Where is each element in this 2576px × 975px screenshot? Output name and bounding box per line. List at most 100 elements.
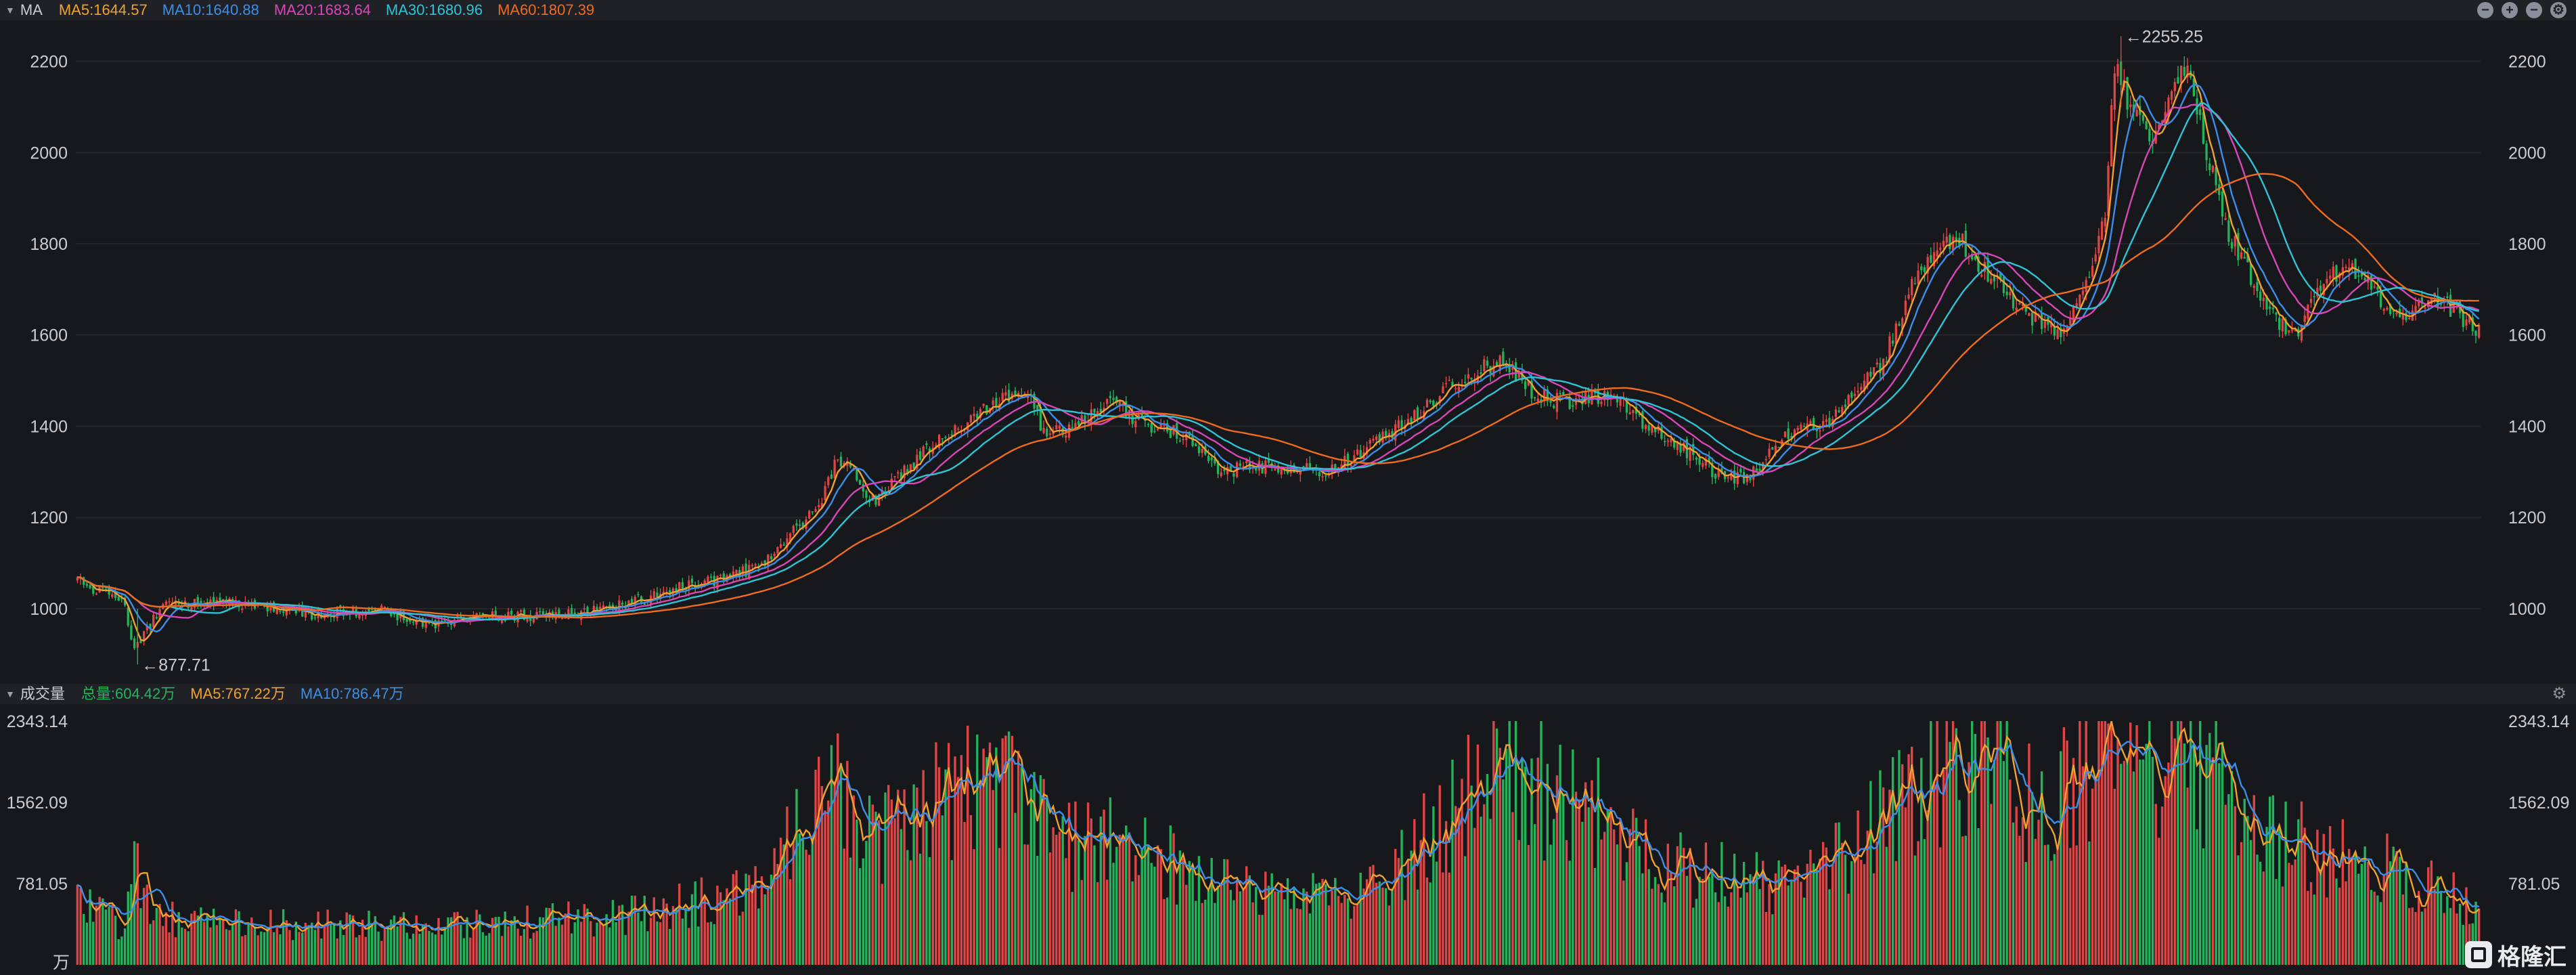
candle-body (839, 456, 843, 467)
volume-bar (1879, 770, 1882, 965)
candle-body (1894, 323, 1897, 344)
volume-bar (751, 884, 754, 965)
volume-bar (1651, 888, 1653, 965)
volume-bar (849, 857, 852, 965)
candle-body (481, 613, 485, 615)
volume-bar (630, 895, 634, 965)
plus-icon[interactable]: + (2502, 2, 2518, 18)
price-tick-right: 1400 (2508, 417, 2546, 436)
volume-bar (114, 915, 117, 965)
volume-bar (760, 876, 763, 965)
candle-body (1375, 436, 1378, 440)
candle-body (941, 438, 943, 439)
candle-body (1207, 456, 1210, 461)
candle-body (1904, 300, 1907, 316)
volume-bar (583, 904, 586, 965)
volume-bar (1486, 774, 1489, 965)
candle-body (2135, 110, 2138, 117)
volume-bar (1267, 886, 1270, 965)
volume-bar (142, 888, 146, 965)
candle-body (1866, 372, 1869, 385)
volume-bar (2332, 848, 2335, 965)
minus-icon[interactable]: − (2477, 2, 2493, 18)
candle-body (405, 618, 408, 622)
volume-bar (1122, 835, 1124, 965)
volume-bar (592, 936, 596, 965)
gear-icon[interactable]: ⚙ (2552, 684, 2567, 704)
volume-bar (1011, 735, 1013, 965)
candle-body (2113, 73, 2116, 110)
main-indicator-toggle[interactable]: ▼ MA (5, 0, 43, 20)
collapse-arrow-icon[interactable]: ▼ (5, 684, 15, 704)
volume-bar (2043, 845, 2047, 965)
volume-chart[interactable]: 781.05 781.05 1562.09 1562.09 2343.14 2343.14 (0, 704, 2576, 975)
volume-bar (358, 935, 361, 965)
collapse-arrow-icon[interactable]: ▼ (5, 0, 15, 20)
candle-body (1483, 359, 1486, 372)
candle-body (1961, 234, 1964, 242)
volume-bar (567, 901, 570, 965)
volume-bar (922, 770, 925, 965)
candle-body (2281, 318, 2284, 332)
volume-panel-header: ▼ 成交量 总量:604.42万 MA5:767.22万 MA10:786.47… (0, 684, 2576, 704)
candle-body (2382, 309, 2385, 311)
volume-bar (462, 938, 466, 965)
volume-tick-right: 781.05 (2508, 875, 2560, 894)
candle-body (1802, 426, 1806, 428)
volume-bar (1685, 875, 1689, 965)
volume-bar (1214, 903, 1216, 965)
candle-body (1860, 387, 1863, 390)
candle-body (2208, 163, 2211, 171)
candle-body (1470, 378, 1473, 380)
volume-bar (1454, 806, 1457, 965)
candle-body (89, 585, 91, 588)
volume-bar (2148, 721, 2151, 965)
ma-line-ma5 (77, 72, 2479, 642)
candle-body (1812, 418, 1815, 429)
volume-bar (2094, 781, 2097, 965)
volume-bar (2120, 764, 2123, 965)
volume-bar (1134, 855, 1137, 965)
price-tick-right: 2200 (2508, 53, 2546, 72)
volume-bar (1150, 863, 1153, 965)
volume-bar (1394, 848, 1397, 965)
volume-bar (1276, 892, 1280, 965)
volume-bar (79, 888, 82, 965)
volume-bar (2452, 872, 2455, 965)
candle-body (1536, 398, 1539, 402)
settings-icon[interactable]: ⚙ (2550, 2, 2567, 18)
volume-bar (215, 925, 218, 965)
candle-body (1048, 433, 1052, 435)
volume-bar (1945, 721, 1948, 965)
candle-body (2088, 276, 2091, 278)
volume-bar (1014, 812, 1017, 965)
volume-bar (1866, 830, 1869, 965)
volume-bar (1983, 721, 1986, 965)
volume-indicator-toggle[interactable]: ▼ 成交量 (5, 684, 65, 704)
candle-body (811, 511, 814, 513)
candle-body (2300, 324, 2303, 341)
volume-bar (2021, 817, 2024, 965)
price-tick-right: 2000 (2508, 144, 2546, 162)
volume-bar (700, 877, 703, 965)
candle-body (1742, 472, 1746, 483)
volume-bar (2164, 776, 2167, 965)
candle-body (1857, 391, 1859, 393)
volume-bar (1930, 721, 1932, 965)
candle-body (1644, 425, 1647, 429)
volume-bar (1672, 886, 1676, 965)
volume-bar (1128, 832, 1131, 965)
volume-bar (1299, 909, 1302, 965)
volume-bar (298, 932, 301, 965)
candle-body (599, 606, 602, 609)
candle-body (985, 405, 988, 414)
price-chart[interactable]: 1000 1000 1200 1200 1400 1400 1600 1600 1800 1800… (0, 20, 2576, 684)
volume-bar (1425, 877, 1429, 965)
candle-body (1800, 425, 1802, 430)
candle-body (1071, 427, 1073, 429)
candle-body (85, 584, 89, 586)
volume-bar (2379, 902, 2382, 965)
candle-body (1955, 237, 1957, 240)
minimize-icon[interactable]: − (2526, 2, 2542, 18)
candle-body (767, 555, 770, 566)
